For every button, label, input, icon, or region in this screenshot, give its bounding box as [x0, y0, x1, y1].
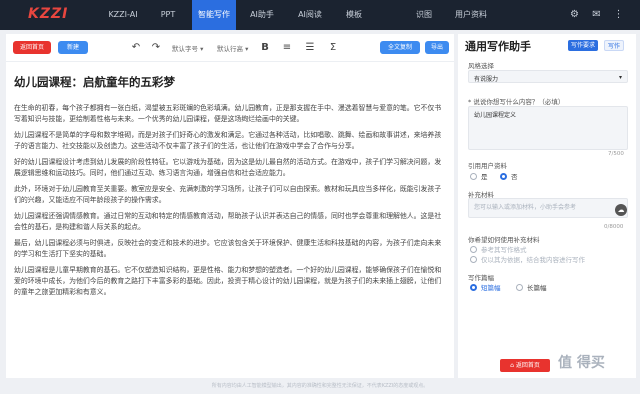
italic-icon[interactable]: ≡ — [280, 41, 294, 55]
document-body[interactable]: 幼儿园课程：启航童年的五彩梦 在生命的初春，每个孩子都拥有一张白纸，渴望被五彩斑… — [14, 74, 446, 303]
radio-selected-icon — [500, 173, 507, 180]
font-size-select[interactable]: 默认字号 ▾ — [172, 43, 203, 53]
radio-icon — [470, 256, 477, 263]
doc-paragraph[interactable]: 幼儿园课程还强调情感教育。通过日常的互动和特定的情感教育活动，帮助孩子认识并表达… — [14, 211, 446, 233]
style-select-value: 有说服力 — [474, 76, 499, 83]
radio-selected-icon — [470, 284, 477, 291]
doc-paragraph[interactable]: 幼儿园课程是儿童早期教育的基石。它不仅塑造知识结构，更是性格、能力和梦想的塑造者… — [14, 265, 446, 298]
nav-image-recognition[interactable]: 识图 — [406, 0, 442, 30]
doc-paragraph[interactable]: 好的幼儿园课程设计考虑到幼儿发展的阶段性特征。它以游戏为基础，因为这是幼儿最自然… — [14, 157, 446, 179]
panel-back-home-button[interactable]: ⌂ 返回首页 — [500, 359, 550, 372]
mail-icon[interactable]: ✉ — [590, 8, 603, 21]
export-button[interactable]: 导出 — [425, 41, 449, 54]
cite-label: 引用用户资料 — [468, 162, 507, 170]
bold-icon[interactable]: B — [258, 41, 272, 55]
length-short-label: 短篇幅 — [481, 284, 501, 292]
topic-label: * 说说你想写什么内容？（必填） — [468, 98, 565, 106]
radio-icon — [516, 284, 523, 291]
upload-icon[interactable]: ☁ — [615, 204, 627, 216]
redo-icon[interactable]: ↷ — [149, 41, 163, 55]
top-nav: KZZI KZZI-AI PPT 智能写作 AI助手 AI阅读 模板 识图 用户… — [0, 0, 640, 30]
use-supplement-label: 你希望如何使用补充材料 — [468, 236, 540, 244]
line-height-select-label: 默认行高 — [217, 45, 243, 53]
cite-no-label: 否 — [511, 173, 518, 181]
cite-no-option[interactable]: 否 — [500, 171, 518, 181]
nav-kzzi-ai[interactable]: KZZI-AI — [100, 0, 146, 30]
length-label: 写作篇幅 — [468, 274, 494, 282]
doc-paragraph[interactable]: 幼儿园课程不是简单的字母和数字堆砌，而是对孩子们好奇心的激发和满足。它通过各种活… — [14, 130, 446, 152]
nav-ppt[interactable]: PPT — [150, 0, 186, 30]
nav-user-profile[interactable]: 用户资料 — [446, 0, 496, 30]
list-icon[interactable]: ☰ — [303, 41, 317, 55]
panel-title: 通用写作助手 — [465, 40, 531, 53]
use-supplement-basis-option[interactable]: 仅以其为依据，结合我内容进行写作 — [470, 254, 585, 264]
editor-card: 返回首页 新建 ↶ ↷ 默认字号 ▾ 默认行高 ▾ B ≡ ☰ Σ 全文复制 导… — [6, 34, 454, 378]
doc-paragraph[interactable]: 此外，环境对于幼儿园教育至关重要。教室应是安全、充满刺激的学习场所，让孩子们可以… — [14, 184, 446, 206]
settings-icon[interactable]: ⚙ — [568, 8, 581, 21]
font-size-select-label: 默认字号 — [172, 45, 198, 53]
use-supplement-basis-label: 仅以其为依据，结合我内容进行写作 — [481, 256, 585, 264]
kzzi-logo[interactable]: KZZI — [28, 6, 68, 22]
cite-yes-label: 是 — [481, 173, 488, 181]
supplement-textarea[interactable]: 您可以输入或添加材料，小助手会参考 — [468, 198, 628, 218]
nav-ai-reading[interactable]: AI阅读 — [288, 0, 332, 30]
topic-counter: 7/500 — [608, 151, 624, 157]
cite-yes-option[interactable]: 是 — [470, 171, 488, 181]
length-long-option[interactable]: 长篇幅 — [516, 282, 547, 292]
doc-paragraph[interactable]: 在生命的初春，每个孩子都拥有一张白纸，渴望被五彩斑斓的色彩填满。幼儿园教育，正是… — [14, 103, 446, 125]
line-height-select[interactable]: 默认行高 ▾ — [217, 43, 248, 53]
topic-textarea[interactable]: 幼儿园课程定义 — [468, 106, 628, 150]
copy-all-button[interactable]: 全文复制 — [380, 41, 420, 54]
watermark: 值 得买 — [558, 355, 605, 371]
doc-paragraph[interactable]: 最后，幼儿园课程必须与时俱进，反映社会的变迁和技术的进步。它应该包含关于环境保护… — [14, 238, 446, 260]
use-supplement-format-label: 参考其写作格式 — [481, 246, 527, 254]
style-select[interactable]: 有说服力 ▾ — [468, 70, 628, 83]
radio-icon — [470, 173, 477, 180]
tab-writing[interactable]: 写作 — [604, 40, 625, 51]
sum-icon[interactable]: Σ — [326, 41, 340, 55]
document-title[interactable]: 幼儿园课程：启航童年的五彩梦 — [14, 74, 446, 90]
panel-back-home-label: 返回首页 — [515, 362, 540, 369]
more-icon[interactable]: ⋮ — [612, 8, 625, 21]
back-home-button[interactable]: 返回首页 — [13, 41, 51, 54]
undo-icon[interactable]: ↶ — [129, 41, 143, 55]
nav-smart-writing[interactable]: 智能写作 — [192, 0, 236, 30]
nav-templates[interactable]: 模板 — [336, 0, 372, 30]
use-supplement-format-option[interactable]: 参考其写作格式 — [470, 244, 527, 254]
chevron-down-icon: ▾ — [618, 74, 622, 81]
new-document-button[interactable]: 新建 — [58, 41, 88, 54]
length-short-option[interactable]: 短篇幅 — [470, 282, 501, 292]
length-long-label: 长篇幅 — [527, 284, 547, 292]
disclaimer-footer: 所有内容均由人工智能模型输出，其内容的准确性和完整性无法保证，不代表KZZI的态… — [211, 383, 429, 389]
editor-toolbar: 返回首页 新建 ↶ ↷ 默认字号 ▾ 默认行高 ▾ B ≡ ☰ Σ 全文复制 导… — [6, 34, 454, 62]
supplement-counter: 0/8000 — [604, 224, 624, 230]
nav-ai-assistant[interactable]: AI助手 — [240, 0, 284, 30]
writing-assistant-panel: 通用写作助手 写作要求 写作 风格选择 有说服力 ▾ * 说说你想写什么内容？（… — [458, 34, 636, 378]
radio-icon — [470, 246, 477, 253]
tab-writing-requirements[interactable]: 写作要求 — [568, 40, 599, 51]
style-label: 风格选择 — [468, 62, 494, 70]
